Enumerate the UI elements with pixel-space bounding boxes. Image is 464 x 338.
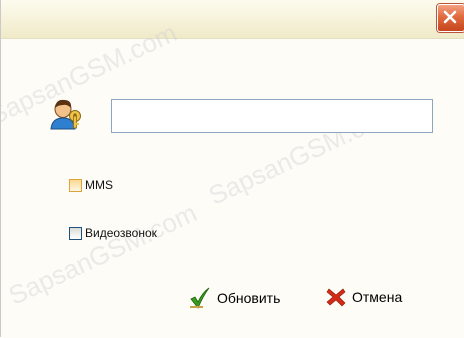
- checkmark-icon: [190, 287, 210, 309]
- close-icon: [443, 10, 457, 24]
- mms-label: MMS: [85, 178, 113, 192]
- video-call-label: Видеозвонок: [85, 226, 157, 240]
- update-label: Обновить: [217, 290, 281, 306]
- red-x-icon: [326, 288, 346, 307]
- cancel-label: Отмена: [352, 289, 403, 305]
- title-bar[interactable]: [1, 0, 464, 39]
- update-button[interactable]: Обновить: [189, 287, 280, 309]
- cancel-button[interactable]: Отмена: [326, 287, 402, 307]
- close-button[interactable]: [437, 4, 464, 32]
- video-call-checkbox[interactable]: [69, 226, 82, 240]
- mms-option[interactable]: MMS: [69, 178, 113, 192]
- name-input[interactable]: [111, 99, 433, 133]
- video-call-option[interactable]: Видеозвонок: [69, 226, 157, 240]
- mms-checkbox[interactable]: [69, 178, 82, 192]
- watermark: SapsanGSM.com: [3, 197, 202, 311]
- contact-icon: [50, 99, 81, 130]
